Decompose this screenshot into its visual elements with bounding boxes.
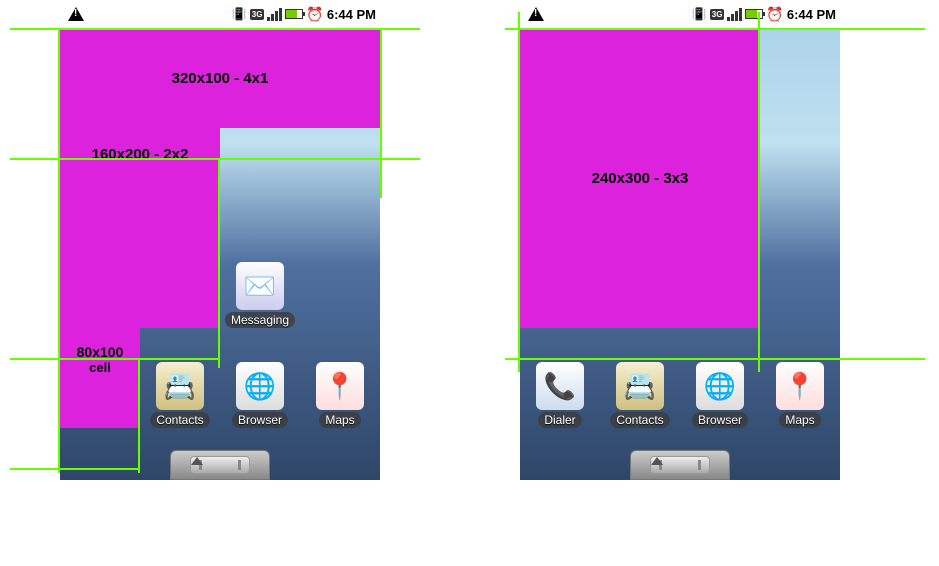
contacts-label: Contacts — [150, 412, 209, 428]
app-dialer[interactable]: 📞 Dialer — [520, 362, 600, 428]
guide-line — [505, 358, 925, 360]
alarm-icon: ⏰ — [306, 6, 323, 23]
battery-icon — [745, 9, 763, 19]
widget-1x1-label-b: cell — [89, 360, 111, 375]
guide-line — [138, 358, 140, 473]
contacts-icon: 📇 — [156, 362, 204, 410]
contacts-label: Contacts — [610, 412, 669, 428]
app-maps[interactable]: 📍 Maps — [300, 362, 380, 428]
signal-icon — [727, 7, 742, 21]
guide-line — [10, 28, 420, 30]
guide-line — [10, 158, 420, 160]
guide-line — [218, 158, 220, 368]
status-left — [64, 7, 84, 21]
battery-icon — [285, 9, 303, 19]
app-contacts[interactable]: 📇 Contacts — [140, 362, 220, 428]
guide-line — [10, 358, 220, 360]
network-badge: 3G — [250, 9, 265, 20]
status-bar: 📳 3G ⏰ 6:44 PM — [520, 0, 840, 28]
status-right: 📳 3G ⏰ 6:44 PM — [232, 6, 376, 23]
drawer-grip-icon — [190, 456, 250, 474]
app-messaging[interactable]: ✉️ Messaging — [220, 262, 300, 328]
drawer-grip-icon — [650, 456, 710, 474]
dialer-icon: 📞 — [536, 362, 584, 410]
network-badge: 3G — [710, 9, 725, 20]
app-maps[interactable]: 📍 Maps — [760, 362, 840, 428]
guide-line — [58, 28, 60, 473]
phone-screen-left: 📳 3G ⏰ 6:44 PM 320x100 - 4x1 160x200 - 2… — [60, 0, 380, 480]
widget-4x1-label: 320x100 - 4x1 — [172, 70, 269, 87]
clock-text: 6:44 PM — [787, 7, 836, 22]
browser-icon: 🌐 — [236, 362, 284, 410]
widget-3x3[interactable]: 240x300 - 3x3 — [520, 28, 760, 328]
guide-line — [758, 12, 760, 372]
contacts-icon: 📇 — [616, 362, 664, 410]
warning-icon — [528, 7, 544, 21]
browser-icon: 🌐 — [696, 362, 744, 410]
maps-label: Maps — [779, 412, 820, 428]
widget-4x1[interactable]: 320x100 - 4x1 — [60, 28, 380, 128]
signal-icon — [267, 7, 282, 21]
status-right: 📳 3G ⏰ 6:44 PM — [692, 6, 836, 23]
clock-text: 6:44 PM — [327, 7, 376, 22]
messaging-label: Messaging — [225, 312, 295, 328]
maps-icon: 📍 — [776, 362, 824, 410]
vibrate-icon: 📳 — [692, 7, 707, 21]
vibrate-icon: 📳 — [232, 7, 247, 21]
guide-line — [518, 12, 520, 372]
app-browser[interactable]: 🌐 Browser — [680, 362, 760, 428]
messaging-icon: ✉️ — [236, 262, 284, 310]
app-drawer-handle[interactable] — [170, 450, 270, 480]
guide-line — [380, 28, 382, 198]
alarm-icon: ⏰ — [766, 6, 783, 23]
dialer-label: Dialer — [538, 412, 581, 428]
maps-icon: 📍 — [316, 362, 364, 410]
status-bar: 📳 3G ⏰ 6:44 PM — [60, 0, 380, 28]
guide-line — [505, 28, 925, 30]
browser-label: Browser — [232, 412, 288, 428]
guide-line — [10, 468, 140, 470]
widget-1x1[interactable]: 80x100 cell — [60, 328, 140, 428]
maps-label: Maps — [319, 412, 360, 428]
warning-icon — [68, 7, 84, 21]
status-left — [524, 7, 544, 21]
app-browser[interactable]: 🌐 Browser — [220, 362, 300, 428]
phone-screen-right: 📳 3G ⏰ 6:44 PM 240x300 - 3x3 📞 Dialer 📇 … — [520, 0, 840, 480]
widget-2x2-label: 160x200 - 2x2 — [92, 146, 189, 163]
app-contacts[interactable]: 📇 Contacts — [600, 362, 680, 428]
browser-label: Browser — [692, 412, 748, 428]
widget-3x3-label: 240x300 - 3x3 — [592, 170, 689, 187]
app-drawer-handle[interactable] — [630, 450, 730, 480]
